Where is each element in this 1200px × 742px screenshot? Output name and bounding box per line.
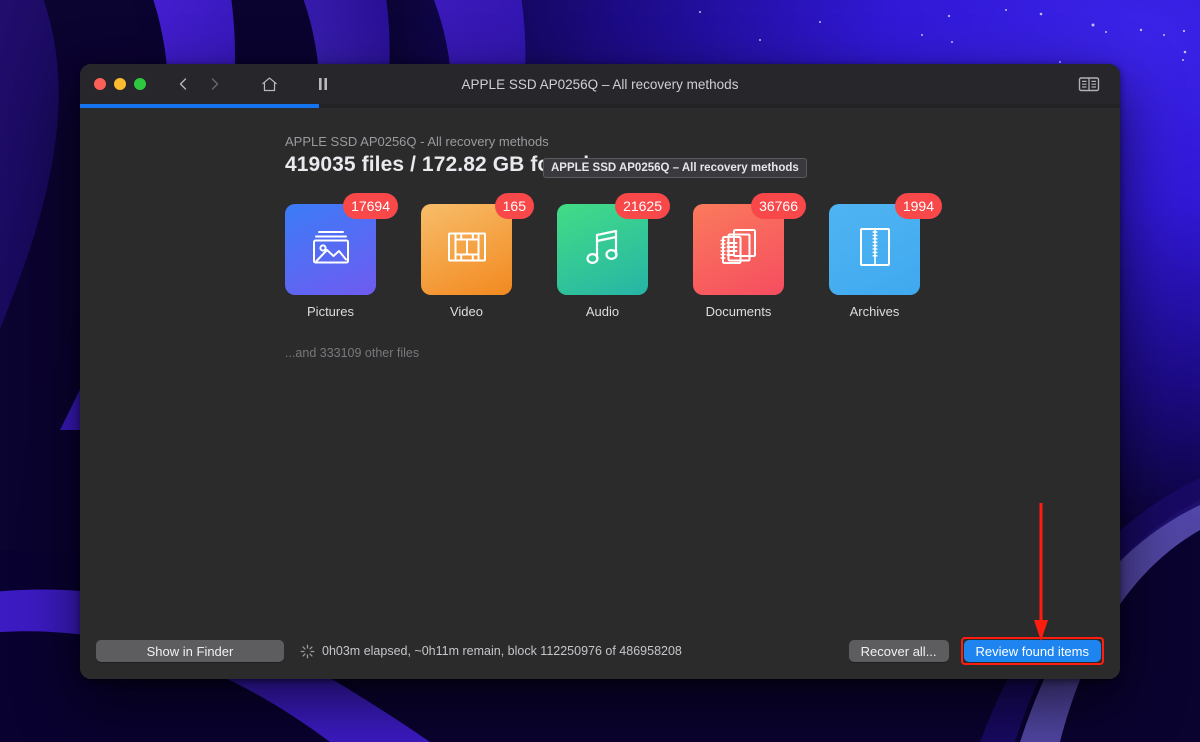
home-button[interactable] xyxy=(254,70,284,98)
pause-button[interactable] xyxy=(308,70,338,98)
pause-icon xyxy=(319,78,327,90)
traffic-light-group xyxy=(80,78,146,90)
chevron-left-icon xyxy=(179,78,187,90)
category-tile-label: Audio xyxy=(585,304,620,319)
review-found-items-button[interactable]: Review found items xyxy=(963,640,1101,662)
show-in-finder-button[interactable]: Show in Finder xyxy=(96,640,284,662)
category-count-badge: 36766 xyxy=(751,193,806,219)
toolbar-icon-group xyxy=(168,70,338,98)
category-tile-audio[interactable]: 21625 Audio xyxy=(557,193,670,319)
sidebar-toggle-icon xyxy=(1078,77,1100,92)
filmstrip-icon xyxy=(445,228,489,271)
app-window: APPLE SSD AP0256Q – All recovery methods xyxy=(80,64,1120,679)
window-body: APPLE SSD AP0256Q – All recovery methods… xyxy=(80,108,1120,679)
category-tile-label: Documents xyxy=(705,304,772,319)
scan-status: 0h03m elapsed, ~0h11m remain, block 1122… xyxy=(300,644,682,659)
category-tile-label: Pictures xyxy=(307,304,354,319)
category-tile-surface[interactable]: 165 xyxy=(421,193,534,295)
category-tile-label: Archives xyxy=(849,304,900,319)
category-count-badge: 165 xyxy=(494,193,534,219)
scan-status-text: 0h03m elapsed, ~0h11m remain, block 1122… xyxy=(322,644,682,658)
sidebar-toggle-button[interactable] xyxy=(1074,70,1104,98)
home-icon xyxy=(261,76,277,91)
desktop-wallpaper: APPLE SSD AP0256Q – All recovery methods xyxy=(0,0,1200,742)
category-tile-video[interactable]: 165 Video xyxy=(421,193,534,319)
picture-icon xyxy=(308,227,354,272)
spinner-icon xyxy=(300,644,315,658)
category-tile-pictures[interactable]: 17694 Pictures xyxy=(285,193,398,319)
recover-all-button[interactable]: Recover all... xyxy=(848,640,949,662)
category-tile-archives[interactable]: 1994 Archives xyxy=(829,193,942,319)
other-files-label: ...and 333109 other files xyxy=(285,346,420,360)
title-tooltip: APPLE SSD AP0256Q – All recovery methods xyxy=(543,158,807,178)
category-count-badge: 1994 xyxy=(894,193,942,219)
forward-button[interactable] xyxy=(200,70,230,98)
toolbar-right-group xyxy=(1074,70,1120,98)
close-button[interactable] xyxy=(94,78,106,90)
footer-actions: Recover all... Review found items xyxy=(848,637,1104,665)
category-tile-list: 17694 Pictures 165 Video 21625 Audio 367… xyxy=(285,193,1120,319)
documents-icon xyxy=(717,226,761,273)
maximize-button[interactable] xyxy=(134,78,146,90)
music-note-icon xyxy=(583,226,623,273)
category-tile-surface[interactable]: 21625 xyxy=(557,193,670,295)
category-tile-surface[interactable]: 17694 xyxy=(285,193,398,295)
window-titlebar: APPLE SSD AP0256Q – All recovery methods xyxy=(80,64,1120,104)
review-button-highlight: Review found items xyxy=(960,637,1104,665)
category-tile-label: Video xyxy=(449,304,483,319)
scan-source-label: APPLE SSD AP0256Q - All recovery methods xyxy=(285,134,549,149)
window-footer: Show in Finder 0h03m elapsed, ~0h11m rem… xyxy=(80,623,1120,679)
category-tile-surface[interactable]: 1994 xyxy=(829,193,942,295)
category-count-badge: 21625 xyxy=(615,193,670,219)
archive-zip-icon xyxy=(857,225,893,274)
back-button[interactable] xyxy=(168,70,198,98)
minimize-button[interactable] xyxy=(114,78,126,90)
category-count-badge: 17694 xyxy=(343,193,398,219)
category-tile-documents[interactable]: 36766 Documents xyxy=(693,193,806,319)
category-tile-surface[interactable]: 36766 xyxy=(693,193,806,295)
chevron-right-icon xyxy=(211,78,219,90)
